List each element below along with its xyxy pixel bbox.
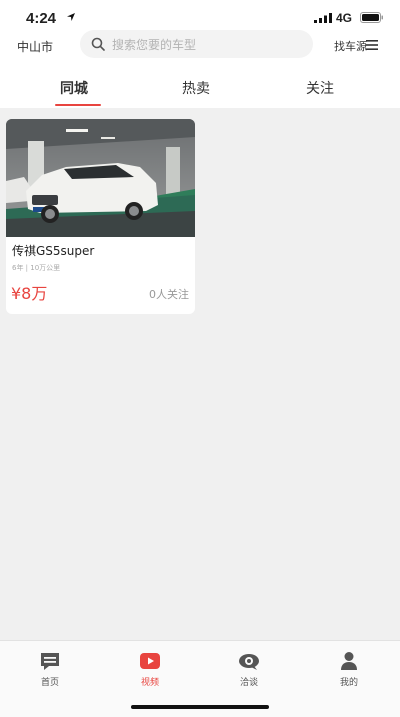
tab-hot-sale[interactable]: 热卖	[166, 78, 226, 98]
car-meta: 6年 | 10万公里	[12, 264, 61, 272]
status-bar: 4:24 4G	[0, 0, 400, 32]
tab-local[interactable]: 同城	[44, 78, 104, 98]
status-time: 4:24	[26, 10, 57, 27]
follower-count: 0人关注	[149, 288, 189, 301]
tabbar-label: 我的	[339, 678, 358, 688]
search-input[interactable]: 搜索您要的车型	[112, 36, 196, 53]
tabbar-label: 视频	[140, 678, 159, 688]
user-icon	[341, 652, 357, 670]
signal-icon	[314, 13, 332, 23]
car-price: ¥8万	[11, 284, 48, 303]
car-listing-card[interactable]: 传祺GS5super 6年 | 10万公里 ¥8万 0人关注	[6, 119, 195, 314]
menu-icon[interactable]	[366, 40, 378, 50]
tabbar-video[interactable]: 视频	[120, 649, 180, 689]
video-play-icon	[140, 653, 160, 669]
location-arrow-icon	[67, 13, 75, 21]
city-selector[interactable]: 中山市	[17, 38, 53, 55]
top-header: 中山市 搜索您要的车型 找车源	[0, 30, 400, 68]
battery-icon	[360, 12, 383, 23]
search-bar[interactable]: 搜索您要的车型	[80, 30, 313, 58]
tabbar-home[interactable]: 首页	[20, 649, 80, 689]
network-type: 4G	[336, 11, 353, 25]
tabbar-negotiate[interactable]: 洽谈	[219, 649, 279, 689]
tabbar-label: 洽谈	[239, 678, 258, 688]
bottom-tab-bar: 首页 视频 洽谈 我的	[0, 640, 400, 717]
home-chat-icon	[41, 653, 59, 670]
tabbar-profile[interactable]: 我的	[319, 649, 379, 689]
active-tab-indicator	[55, 104, 101, 106]
tabbar-label: 首页	[40, 678, 59, 688]
find-car-button[interactable]: 找车源	[334, 38, 367, 54]
search-icon	[91, 37, 105, 51]
car-title: 传祺GS5super	[12, 244, 95, 258]
category-tabs: 同城 热卖 关注	[0, 68, 400, 108]
tab-following[interactable]: 关注	[290, 78, 350, 98]
home-indicator	[131, 705, 269, 709]
eye-chat-icon	[239, 654, 259, 670]
car-photo[interactable]	[6, 119, 195, 237]
